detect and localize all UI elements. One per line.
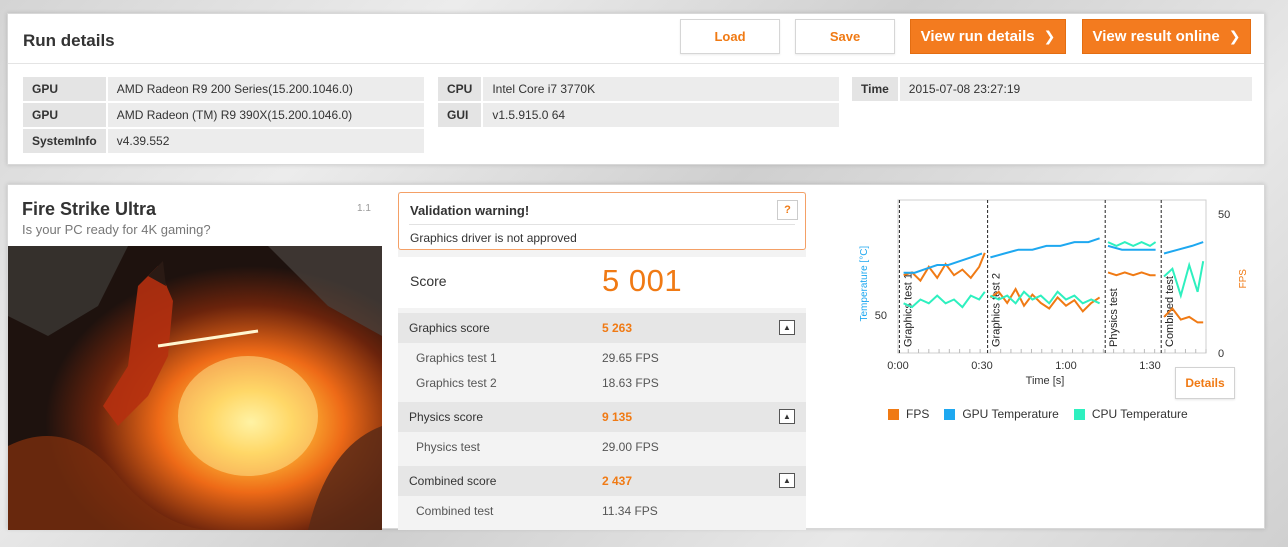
test-row: Graphics test 1 29.65 FPS bbox=[398, 345, 806, 370]
info-key: GPU bbox=[23, 103, 108, 127]
cpu-info-table: CPU Intel Core i7 3770K GUI v1.5.915.0 6… bbox=[438, 75, 840, 129]
collapse-icon[interactable]: ▲ bbox=[779, 320, 795, 335]
info-key: GPU bbox=[23, 77, 108, 101]
test-row: Physics test 29.00 FPS bbox=[398, 434, 806, 459]
combined-score-value: 2 437 bbox=[602, 474, 633, 488]
legend-label: CPU Temperature bbox=[1091, 407, 1188, 421]
chevron-right-icon: ❯ bbox=[1228, 28, 1241, 44]
benchmark-version: 1.1 bbox=[357, 203, 371, 214]
segment-label: Graphics test 1 bbox=[902, 273, 914, 347]
score-value: 5 001 bbox=[602, 263, 683, 298]
validation-warning: Validation warning! ? Graphics driver is… bbox=[398, 192, 806, 250]
score-label: Score bbox=[410, 273, 447, 289]
info-key: Time bbox=[852, 77, 900, 101]
info-value: v4.39.552 bbox=[107, 129, 424, 153]
graphics-score-row: Graphics score 5 263 ▲ bbox=[398, 313, 806, 343]
legend-swatch bbox=[1073, 408, 1085, 420]
view-run-details-button[interactable]: View run details ❯ bbox=[910, 19, 1066, 54]
time-info-table: Time 2015-07-08 23:27:19 bbox=[852, 75, 1252, 103]
test-row: Graphics test 2 18.63 FPS bbox=[398, 370, 806, 395]
info-value: 2015-07-08 23:27:19 bbox=[899, 77, 1252, 101]
graphics-score-value: 5 263 bbox=[602, 321, 633, 335]
test-value: 29.00 FPS bbox=[602, 440, 659, 454]
info-value: v1.5.915.0 64 bbox=[483, 103, 840, 127]
test-label: Combined test bbox=[416, 504, 494, 518]
segment-label: Physics test bbox=[1108, 288, 1120, 347]
divider bbox=[8, 63, 1264, 64]
info-key: GUI bbox=[438, 103, 484, 127]
test-value: 11.34 FPS bbox=[602, 504, 658, 518]
view-result-online-button[interactable]: View result online ❯ bbox=[1082, 19, 1251, 54]
run-details-title: Run details bbox=[23, 31, 115, 50]
x-axis-label: Time [s] bbox=[1026, 375, 1065, 387]
legend-item-gpu-temperature: GPU Temperature bbox=[944, 407, 1059, 421]
test-label: Graphics test 1 bbox=[416, 351, 497, 365]
x-tick-label: 1:00 bbox=[1055, 360, 1076, 372]
legend-label: GPU Temperature bbox=[962, 407, 1059, 421]
test-label: Graphics test 2 bbox=[416, 376, 497, 390]
save-button[interactable]: Save bbox=[795, 19, 895, 54]
benchmark-title: Fire Strike Ultra bbox=[22, 199, 157, 219]
score-column: Validation warning! ? Graphics driver is… bbox=[398, 192, 806, 530]
validation-title: Validation warning! bbox=[410, 203, 530, 218]
load-button[interactable]: Load bbox=[680, 19, 780, 54]
info-key: SystemInfo bbox=[23, 129, 108, 153]
y-right-axis-label: FPS bbox=[1238, 269, 1249, 289]
benchmark-subtitle: Is your PC ready for 4K gaming? bbox=[22, 222, 211, 237]
view-result-online-label: View result online bbox=[1092, 28, 1220, 45]
overall-score: Score 5 001 bbox=[398, 257, 806, 308]
info-value: AMD Radeon (TM) R9 390X(15.200.1046.0) bbox=[107, 103, 424, 127]
info-row: SystemInfo v4.39.552 bbox=[23, 129, 424, 153]
info-row: Time 2015-07-08 23:27:19 bbox=[852, 77, 1252, 101]
graphics-score-label: Graphics score bbox=[409, 321, 490, 335]
monitoring-chart: Graphics test 1 Graphics test 2 Physics te… bbox=[823, 185, 1266, 530]
legend-item-cpu-temperature: CPU Temperature bbox=[1073, 407, 1188, 421]
fire-artwork-image bbox=[8, 246, 382, 530]
chevron-right-icon: ❯ bbox=[1043, 28, 1056, 44]
physics-score-label: Physics score bbox=[409, 410, 484, 424]
info-value: AMD Radeon R9 200 Series(15.200.1046.0) bbox=[107, 77, 424, 101]
info-row: GPU AMD Radeon R9 200 Series(15.200.1046… bbox=[23, 77, 424, 101]
collapse-icon[interactable]: ▲ bbox=[779, 473, 795, 488]
details-button[interactable]: Details bbox=[1175, 367, 1235, 399]
validation-message: Graphics driver is not approved bbox=[410, 231, 577, 245]
info-row: GPU AMD Radeon (TM) R9 390X(15.200.1046.… bbox=[23, 103, 424, 127]
info-value: Intel Core i7 3770K bbox=[483, 77, 840, 101]
info-key: CPU bbox=[438, 77, 484, 101]
test-label: Physics test bbox=[416, 440, 481, 454]
help-button[interactable]: ? bbox=[777, 200, 798, 220]
physics-score-value: 9 135 bbox=[602, 410, 633, 424]
y-right-tick-label: 0 bbox=[1218, 348, 1224, 360]
y-left-tick-label: 50 bbox=[875, 310, 887, 322]
plot-area bbox=[897, 199, 1207, 354]
combined-score-label: Combined score bbox=[409, 474, 497, 488]
legend-swatch bbox=[888, 408, 899, 420]
y-left-axis-label: Temperature [°C] bbox=[859, 246, 870, 322]
segment-label: Graphics test 2 bbox=[991, 273, 1003, 347]
benchmark-artwork bbox=[8, 246, 382, 530]
view-run-details-label: View run details bbox=[920, 28, 1035, 45]
test-value: 18.63 FPS bbox=[602, 376, 659, 390]
combined-score-row: Combined score 2 437 ▲ bbox=[398, 466, 806, 496]
legend-swatch bbox=[944, 408, 956, 420]
test-row: Combined test 11.34 FPS bbox=[398, 498, 806, 523]
x-tick-label: 1:30 bbox=[1139, 360, 1160, 372]
physics-score-row: Physics score 9 135 ▲ bbox=[398, 402, 806, 432]
collapse-icon[interactable]: ▲ bbox=[779, 409, 795, 424]
x-tick-label: 0:00 bbox=[887, 360, 908, 372]
y-right-tick-label: 50 bbox=[1218, 209, 1230, 221]
run-details-panel: Run details Load Save View run details ❯… bbox=[7, 13, 1265, 165]
test-value: 29.65 FPS bbox=[602, 351, 659, 365]
x-tick-label: 0:30 bbox=[971, 360, 992, 372]
results-panel: Fire Strike Ultra Is your PC ready for 4… bbox=[7, 184, 1266, 530]
chart-legend: FPS GPU Temperature CPU Temperature bbox=[888, 407, 1188, 421]
legend-label: FPS bbox=[906, 407, 930, 421]
legend-item-fps: FPS bbox=[888, 407, 929, 421]
info-row: GUI v1.5.915.0 64 bbox=[438, 103, 840, 127]
divider bbox=[409, 224, 795, 225]
info-row: CPU Intel Core i7 3770K bbox=[438, 77, 840, 101]
gpu-info-table: GPU AMD Radeon R9 200 Series(15.200.1046… bbox=[23, 75, 424, 155]
